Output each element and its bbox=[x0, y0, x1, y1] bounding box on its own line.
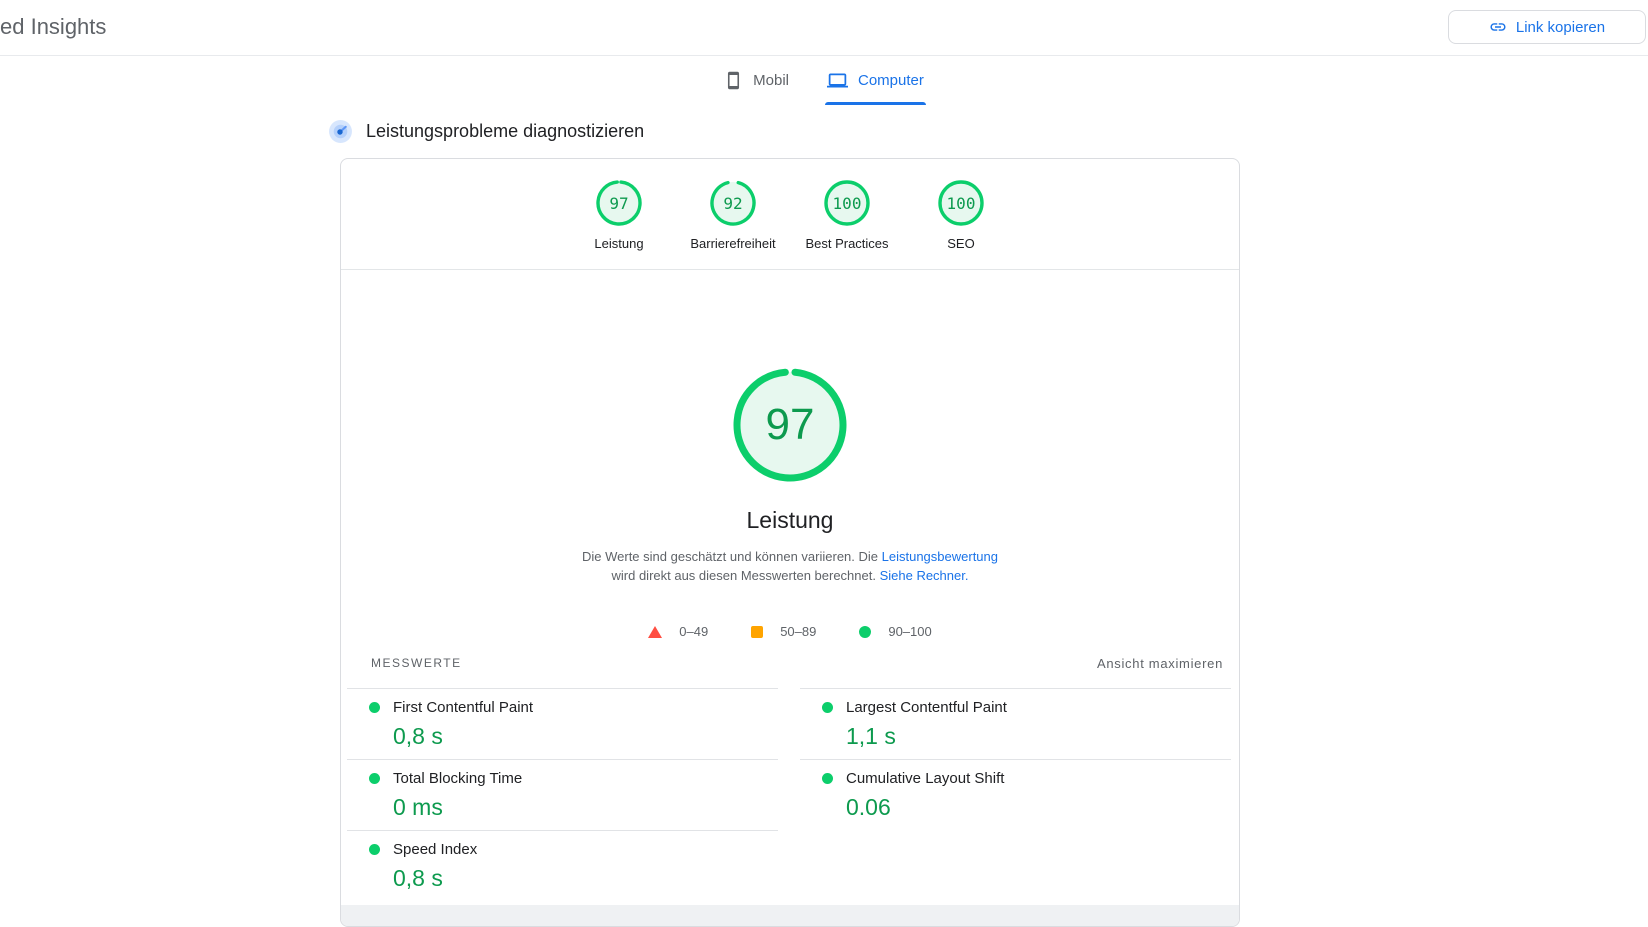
green-circle-icon bbox=[859, 626, 871, 638]
tab-computer-label: Computer bbox=[858, 72, 924, 89]
score-disclaimer: Die Werte sind geschätzt und können vari… bbox=[341, 547, 1239, 585]
metric-value: 0,8 s bbox=[393, 723, 778, 750]
category-gauge-best-practices[interactable]: 100 Best Practices bbox=[790, 179, 904, 251]
category-gauge-barrierefreiheit[interactable]: 92 Barrierefreiheit bbox=[676, 179, 790, 251]
performance-score-value: 97 bbox=[733, 368, 847, 482]
speedometer-icon bbox=[328, 119, 353, 144]
metric-name: Speed Index bbox=[393, 841, 477, 858]
tab-mobil[interactable]: Mobil bbox=[722, 64, 791, 105]
score-circle: 97 bbox=[595, 179, 643, 227]
tab-mobil-label: Mobil bbox=[753, 72, 789, 89]
tab-computer[interactable]: Computer bbox=[825, 64, 926, 105]
performance-title: Leistung bbox=[341, 507, 1239, 534]
score-value: 100 bbox=[823, 179, 871, 227]
metric-name: Total Blocking Time bbox=[393, 770, 522, 787]
metric-total-blocking-time: Total Blocking Time 0 ms bbox=[347, 759, 778, 830]
score-value: 92 bbox=[709, 179, 757, 227]
metric-value: 0.06 bbox=[846, 794, 1231, 821]
category-score-row: 97 Leistung 92 Barrierefreiheit bbox=[341, 159, 1239, 269]
legend-range: 50–89 bbox=[780, 624, 816, 639]
category-label: Leistung bbox=[594, 236, 643, 251]
disclaimer-line2-text: wird direkt aus diesen Messwerten berech… bbox=[612, 568, 880, 583]
metric-speed-index: Speed Index 0,8 s bbox=[347, 830, 778, 901]
app-header: ed Insights Link kopieren bbox=[0, 0, 1648, 56]
score-legend: 0–49 50–89 90–100 bbox=[341, 624, 1239, 639]
legend-range: 90–100 bbox=[888, 624, 931, 639]
copy-link-button[interactable]: Link kopieren bbox=[1448, 10, 1646, 44]
orange-square-icon bbox=[751, 626, 763, 638]
disclaimer-line1-text: Die Werte sind geschätzt und können vari… bbox=[582, 549, 882, 564]
category-gauge-leistung[interactable]: 97 Leistung bbox=[562, 179, 676, 251]
metrics-grid: First Contentful Paint 0,8 s Total Block… bbox=[347, 688, 1231, 901]
metric-status-dot bbox=[822, 773, 833, 784]
performance-gauge: 97 bbox=[733, 368, 847, 482]
score-circle: 92 bbox=[709, 179, 757, 227]
metric-first-contentful-paint: First Contentful Paint 0,8 s bbox=[347, 688, 778, 759]
category-gauge-seo[interactable]: 100 SEO bbox=[904, 179, 1018, 251]
metrics-column-left: First Contentful Paint 0,8 s Total Block… bbox=[347, 688, 778, 901]
metric-value: 0 ms bbox=[393, 794, 778, 821]
active-tab-underline bbox=[825, 102, 926, 105]
metric-value: 0,8 s bbox=[393, 865, 778, 892]
metric-status-dot bbox=[369, 702, 380, 713]
pagespeed-insights-page: ed Insights Link kopieren Mobil bbox=[0, 0, 1648, 927]
expand-view-link[interactable]: Ansicht maximieren bbox=[1097, 656, 1223, 671]
score-circle: 100 bbox=[937, 179, 985, 227]
metric-cumulative-layout-shift: Cumulative Layout Shift 0.06 bbox=[800, 759, 1231, 830]
siehe-rechner-link[interactable]: Siehe Rechner. bbox=[880, 568, 969, 583]
metrics-heading: MESSWERTE bbox=[371, 656, 462, 670]
metrics-header: MESSWERTE Ansicht maximieren bbox=[341, 654, 1239, 672]
score-value: 100 bbox=[937, 179, 985, 227]
next-section-strip bbox=[341, 905, 1239, 927]
app-title: ed Insights bbox=[0, 14, 106, 40]
computer-icon bbox=[827, 70, 848, 91]
score-circle: 100 bbox=[823, 179, 871, 227]
red-triangle-icon bbox=[648, 626, 662, 638]
metric-status-dot bbox=[822, 702, 833, 713]
performance-gauge-wrap: 97 bbox=[341, 368, 1239, 482]
report-card: 97 Leistung 92 Barrierefreiheit bbox=[340, 158, 1240, 927]
metric-name: Largest Contentful Paint bbox=[846, 699, 1007, 716]
diagnose-section-header: Leistungsprobleme diagnostizieren bbox=[328, 119, 644, 144]
metric-status-dot bbox=[369, 773, 380, 784]
category-label: SEO bbox=[947, 236, 974, 251]
smartphone-icon bbox=[724, 71, 743, 90]
metric-name: Cumulative Layout Shift bbox=[846, 770, 1004, 787]
legend-range: 0–49 bbox=[679, 624, 708, 639]
legend-item-average: 50–89 bbox=[751, 624, 816, 639]
metric-value: 1,1 s bbox=[846, 723, 1231, 750]
score-value: 97 bbox=[595, 179, 643, 227]
diagnose-section-title: Leistungsprobleme diagnostizieren bbox=[366, 121, 644, 142]
metrics-column-right: Largest Contentful Paint 1,1 s Cumulativ… bbox=[800, 688, 1231, 901]
legend-item-pass: 90–100 bbox=[859, 624, 931, 639]
leistungsbewertung-link[interactable]: Leistungsbewertung bbox=[882, 549, 998, 564]
category-label: Barrierefreiheit bbox=[690, 236, 775, 251]
card-divider bbox=[341, 269, 1239, 270]
metric-largest-contentful-paint: Largest Contentful Paint 1,1 s bbox=[800, 688, 1231, 759]
category-label: Best Practices bbox=[805, 236, 888, 251]
metric-status-dot bbox=[369, 844, 380, 855]
device-tabs: Mobil Computer bbox=[0, 64, 1648, 105]
link-icon bbox=[1489, 18, 1507, 36]
copy-link-label: Link kopieren bbox=[1516, 19, 1605, 36]
legend-item-fail: 0–49 bbox=[648, 624, 708, 639]
metric-name: First Contentful Paint bbox=[393, 699, 533, 716]
